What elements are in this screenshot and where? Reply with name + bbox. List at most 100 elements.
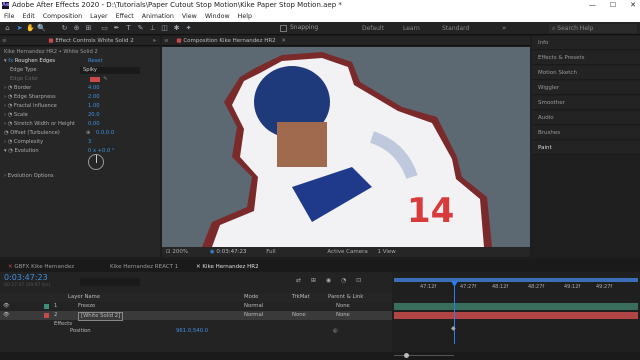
prop-value[interactable]: 20.0 bbox=[88, 111, 100, 120]
timeline-timecode[interactable]: 0:03:47:23 bbox=[4, 273, 48, 282]
position-value[interactable]: 961.0,540.0 bbox=[176, 327, 208, 336]
layer-mode[interactable]: Normal bbox=[244, 302, 263, 311]
crosshair-icon[interactable]: ⊕ bbox=[86, 129, 90, 138]
timeline-switches-icons[interactable]: ⇄ ⊞ ◉ ◔ ⊡ bbox=[296, 277, 365, 284]
panel-motion-sketch[interactable]: Motion Sketch bbox=[532, 66, 640, 80]
panel-smoother[interactable]: Smoother bbox=[532, 96, 640, 110]
layer-parent[interactable]: None bbox=[336, 311, 350, 320]
stopwatch-icon[interactable]: ▾ ◔ bbox=[4, 148, 14, 154]
edge-color-swatch[interactable] bbox=[90, 77, 100, 82]
expression-icon[interactable]: ◎ bbox=[333, 327, 338, 336]
clone-stamp-tool-icon[interactable]: ⊥ bbox=[148, 24, 157, 33]
stopwatch-icon[interactable]: › ◔ bbox=[4, 85, 14, 91]
prop-value[interactable]: 1.00 bbox=[88, 102, 100, 111]
prop-value[interactable]: 0.0,0.0 bbox=[96, 129, 114, 138]
eyedropper-icon[interactable]: ✎ bbox=[103, 75, 107, 84]
pan-behind-tool-icon[interactable]: ⊞ bbox=[84, 24, 93, 33]
panel-menu-icon[interactable]: ≡ bbox=[2, 38, 7, 44]
zoom-slider-thumb[interactable] bbox=[404, 353, 409, 358]
reset-link[interactable]: Reset bbox=[88, 57, 103, 66]
snapping-checkbox[interactable] bbox=[280, 25, 287, 32]
camera-tool-icon[interactable]: ⊕ bbox=[72, 24, 81, 33]
zoom-dropdown[interactable]: 200% bbox=[172, 249, 188, 255]
panel-menu-icon[interactable]: ≡ bbox=[164, 38, 169, 44]
timeline-tab-3[interactable]: ✕ Kike Hernandez HR2 bbox=[196, 262, 259, 272]
panel-overflow-icon[interactable]: » bbox=[153, 36, 156, 46]
col-mode[interactable]: Mode bbox=[244, 293, 258, 302]
prop-value[interactable]: 3 bbox=[88, 138, 91, 147]
menu-composition[interactable]: Composition bbox=[43, 11, 82, 22]
panel-paint[interactable]: Paint bbox=[532, 141, 640, 155]
stopwatch-icon[interactable]: › ◔ bbox=[4, 103, 14, 109]
panel-brushes[interactable]: Brushes bbox=[532, 126, 640, 140]
camera-dropdown[interactable]: Active Camera bbox=[327, 249, 367, 255]
stopwatch-icon[interactable]: › ◔ bbox=[4, 112, 14, 118]
search-help-input[interactable]: ⌕ Search Help bbox=[549, 24, 637, 33]
workspace-default[interactable]: Default bbox=[362, 25, 384, 32]
layer-name[interactable]: Freeze bbox=[78, 302, 95, 311]
composition-viewer[interactable]: 14 bbox=[162, 47, 530, 247]
col-trkmat[interactable]: TrkMat bbox=[292, 293, 310, 302]
layer-bar-2[interactable] bbox=[394, 312, 638, 319]
col-layer-name[interactable]: Layer Name bbox=[68, 293, 100, 302]
stopwatch-icon[interactable]: › ◔ bbox=[4, 94, 14, 100]
menu-window[interactable]: Window bbox=[205, 11, 230, 22]
minimize-button[interactable]: — bbox=[589, 0, 596, 11]
panel-info[interactable]: Info bbox=[532, 36, 640, 50]
view-dropdown[interactable]: 1 View bbox=[377, 249, 395, 255]
roto-brush-tool-icon[interactable]: ✱ bbox=[172, 24, 181, 33]
keyframe-icon[interactable]: ◆ bbox=[451, 325, 456, 332]
stopwatch-icon[interactable]: › ◔ bbox=[4, 139, 14, 145]
comp-timecode[interactable]: 0:03:47:23 bbox=[216, 249, 246, 255]
lock-icon[interactable]: ■ bbox=[48, 38, 53, 44]
prop-value[interactable]: 2.00 bbox=[88, 93, 100, 102]
composition-tab[interactable]: Composition Kike Hernandez HR2 bbox=[183, 38, 275, 44]
layer-label-color[interactable] bbox=[44, 313, 49, 318]
layer-row-1[interactable]: 👁 1 Freeze Normal None bbox=[0, 302, 392, 311]
menu-edit[interactable]: Edit bbox=[23, 11, 35, 22]
workspace-more-icon[interactable]: » bbox=[502, 24, 506, 32]
stopwatch-icon[interactable]: › ◔ bbox=[4, 121, 14, 127]
panel-audio[interactable]: Audio bbox=[532, 111, 640, 125]
evolution-dial[interactable] bbox=[88, 154, 104, 170]
menu-animation[interactable]: Animation bbox=[142, 11, 174, 22]
menu-file[interactable]: File bbox=[4, 11, 15, 22]
rectangle-tool-icon[interactable]: ▭ bbox=[100, 24, 109, 33]
zoom-slider[interactable] bbox=[394, 353, 454, 358]
panel-effects-presets[interactable]: Effects & Presets bbox=[532, 51, 640, 65]
zoom-tool-icon[interactable]: 🔍 bbox=[37, 24, 46, 33]
timeline-search-input[interactable] bbox=[80, 278, 140, 286]
playhead[interactable] bbox=[454, 282, 455, 344]
eraser-tool-icon[interactable]: ◫ bbox=[160, 24, 169, 33]
hand-tool-icon[interactable]: ✋ bbox=[26, 24, 35, 33]
type-tool-icon[interactable]: T bbox=[124, 24, 133, 33]
brush-tool-icon[interactable]: ✎ bbox=[136, 24, 145, 33]
menu-layer[interactable]: Layer bbox=[90, 11, 108, 22]
rotate-tool-icon[interactable]: ↻ bbox=[60, 24, 69, 33]
effect-controls-tab[interactable]: Effect Controls White Solid 2 bbox=[55, 38, 133, 44]
maximize-button[interactable]: ☐ bbox=[610, 0, 616, 11]
time-ruler[interactable]: 47:12f 47:27f 48:12f 48:27f 49:12f 49:27… bbox=[394, 284, 638, 293]
layer-row-2[interactable]: 👁 2 [White Solid 2] Normal None None bbox=[0, 311, 392, 321]
lock-icon[interactable]: ■ bbox=[176, 38, 181, 44]
layer-parent[interactable]: None bbox=[336, 302, 350, 311]
menu-view[interactable]: View bbox=[182, 11, 197, 22]
layer-bar-1[interactable] bbox=[394, 303, 638, 310]
visibility-icon[interactable]: 👁 bbox=[3, 311, 10, 320]
timeline-tab-1[interactable]: ✕ GBFX Kike Hernandez bbox=[8, 262, 74, 272]
workspace-standard[interactable]: Standard bbox=[442, 25, 469, 32]
close-tab-icon[interactable]: ✕ bbox=[281, 38, 286, 44]
prop-value[interactable]: 4.00 bbox=[88, 84, 100, 93]
layer-name[interactable]: [White Solid 2] bbox=[78, 312, 124, 321]
work-area-bar[interactable] bbox=[394, 278, 638, 282]
close-button[interactable]: ✕ bbox=[630, 0, 636, 11]
menu-help[interactable]: Help bbox=[238, 11, 252, 22]
workspace-learn[interactable]: Learn bbox=[403, 25, 420, 32]
layer-mode[interactable]: Normal bbox=[244, 311, 263, 320]
puppet-tool-icon[interactable]: ✦ bbox=[184, 24, 193, 33]
prop-label[interactable]: Evolution Options bbox=[8, 173, 54, 179]
pen-tool-icon[interactable]: ✒ bbox=[112, 24, 121, 33]
panel-wiggler[interactable]: Wiggler bbox=[532, 81, 640, 95]
timeline-tab-2[interactable]: Kike Hernandez REACT 1 bbox=[110, 262, 178, 272]
resolution-dropdown[interactable]: Full bbox=[266, 249, 275, 255]
